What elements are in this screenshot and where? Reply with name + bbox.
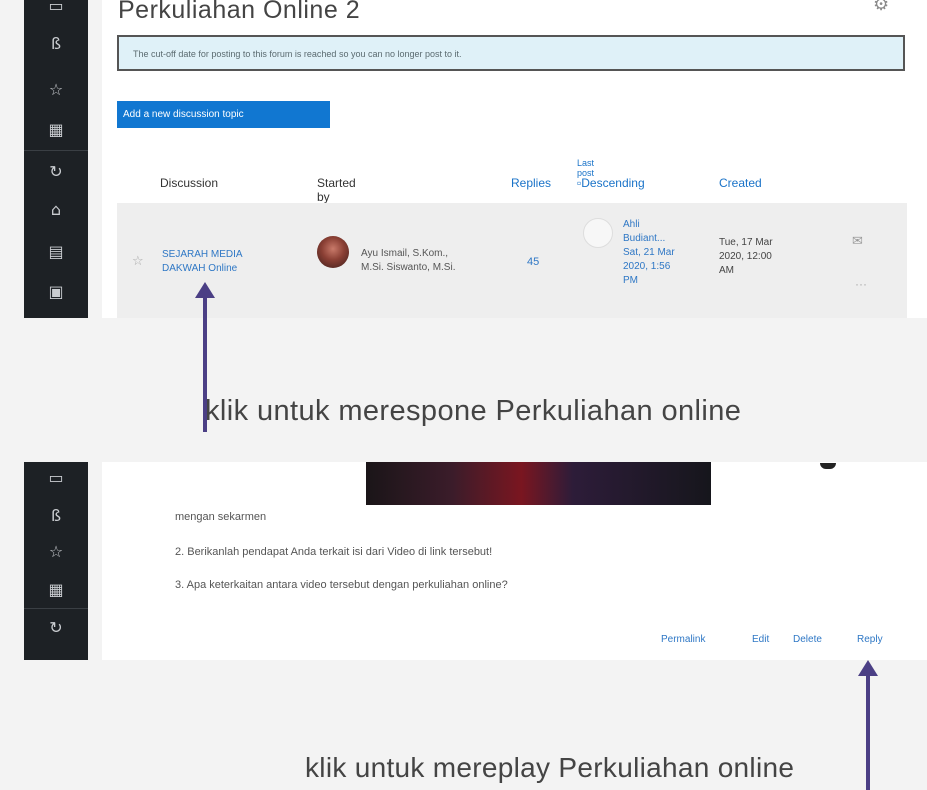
gear-icon[interactable]: ⚙ (873, 0, 889, 15)
page-title: Perkuliahan Online 2 (118, 0, 361, 24)
files-icon[interactable]: ▤ (24, 242, 88, 261)
sort-descending-icon[interactable]: ▫Descending (577, 176, 645, 190)
home-icon[interactable]: ⌂ (24, 200, 88, 219)
arrow-shaft (866, 674, 870, 790)
last-post-author: Ahli (623, 219, 640, 230)
created-time: 2020, 12:00 (719, 251, 772, 262)
reply-link[interactable]: Reply (857, 634, 883, 645)
nav-sidebar: ▭ ß ☆ ▦ ↻ ⌂ ▤ ▣ (24, 0, 88, 318)
course-icon[interactable]: ▣ (24, 282, 88, 301)
last-post-author-2: Budiant... (623, 233, 666, 244)
nav-sidebar-2: ▭ ß ☆ ▦ ↻ (24, 462, 88, 660)
col-discussion[interactable]: Discussion (160, 176, 218, 190)
starter-name-2: M.Si. Siswanto, M.Si. (361, 262, 456, 273)
last-post-time: 2020, 1:56 (623, 261, 671, 272)
star-icon[interactable]: ☆ (24, 80, 88, 99)
created-ampm: AM (719, 265, 734, 276)
last-post[interactable]: Ahli Budiant... Sat, 21 Mar 2020, 1:56 P… (623, 218, 693, 288)
sort-label: Descending (581, 176, 645, 190)
edit-link[interactable]: Edit (752, 634, 769, 645)
star-icon[interactable]: ☆ (132, 254, 144, 269)
replies-count[interactable]: 45 (527, 256, 539, 268)
delete-link[interactable]: Delete (793, 634, 822, 645)
refresh-icon[interactable]: ↻ (24, 162, 88, 181)
last-post-date: Sat, 21 Mar (623, 247, 675, 258)
col-started-by[interactable]: Started by (317, 176, 356, 204)
discussion-subtitle: DAKWAH Online (162, 263, 238, 274)
col-last-post[interactable]: Last post (577, 158, 594, 178)
discussion-title: SEJARAH MEDIA (162, 249, 243, 260)
post-line: mengan sekarmen (175, 511, 267, 523)
refresh-icon[interactable]: ↻ (24, 618, 88, 637)
sidebar-divider (24, 150, 88, 151)
star-icon[interactable]: ☆ (24, 542, 88, 561)
dashboard-icon[interactable]: ▭ (24, 0, 88, 15)
avatar (317, 236, 349, 268)
badge-icon[interactable]: ß (24, 34, 88, 53)
starter-name: Ayu Ismail, S.Kom., (361, 248, 449, 259)
calendar-icon[interactable]: ▦ (24, 580, 88, 599)
calendar-icon[interactable]: ▦ (24, 120, 88, 139)
discussion-link[interactable]: SEJARAH MEDIA DAKWAH Online (162, 248, 243, 276)
add-discussion-button[interactable]: Add a new discussion topic (117, 101, 330, 128)
sidebar-divider (24, 608, 88, 609)
subscribe-icon[interactable]: ✉ (852, 234, 863, 249)
annotation-reply: klik untuk mereplay Perkuliahan online (305, 752, 795, 783)
created-date: Tue, 17 Mar (719, 237, 773, 248)
last-post-avatar (583, 218, 613, 248)
cutoff-alert: The cut-off date for posting to this for… (117, 35, 905, 71)
permalink-link[interactable]: Permalink (661, 634, 705, 645)
col-replies[interactable]: Replies (511, 176, 551, 190)
annotation-respond: klik untuk merespone Perkuliahan online (205, 395, 742, 427)
post-question-3: 3. Apa keterkaitan antara video tersebut… (175, 579, 508, 591)
last-post-ampm: PM (623, 275, 638, 286)
created: Tue, 17 Mar 2020, 12:00 AM (719, 236, 773, 278)
post-question-2: 2. Berikanlah pendapat Anda terkait isi … (175, 546, 493, 558)
badge-icon[interactable]: ß (24, 506, 88, 525)
more-icon[interactable]: ··· (855, 277, 867, 291)
col-created[interactable]: Created (719, 176, 762, 190)
started-by: Ayu Ismail, S.Kom., M.Si. Siswanto, M.Si… (361, 247, 455, 275)
video-thumbnail[interactable] (366, 462, 711, 505)
dashboard-icon[interactable]: ▭ (24, 468, 88, 487)
